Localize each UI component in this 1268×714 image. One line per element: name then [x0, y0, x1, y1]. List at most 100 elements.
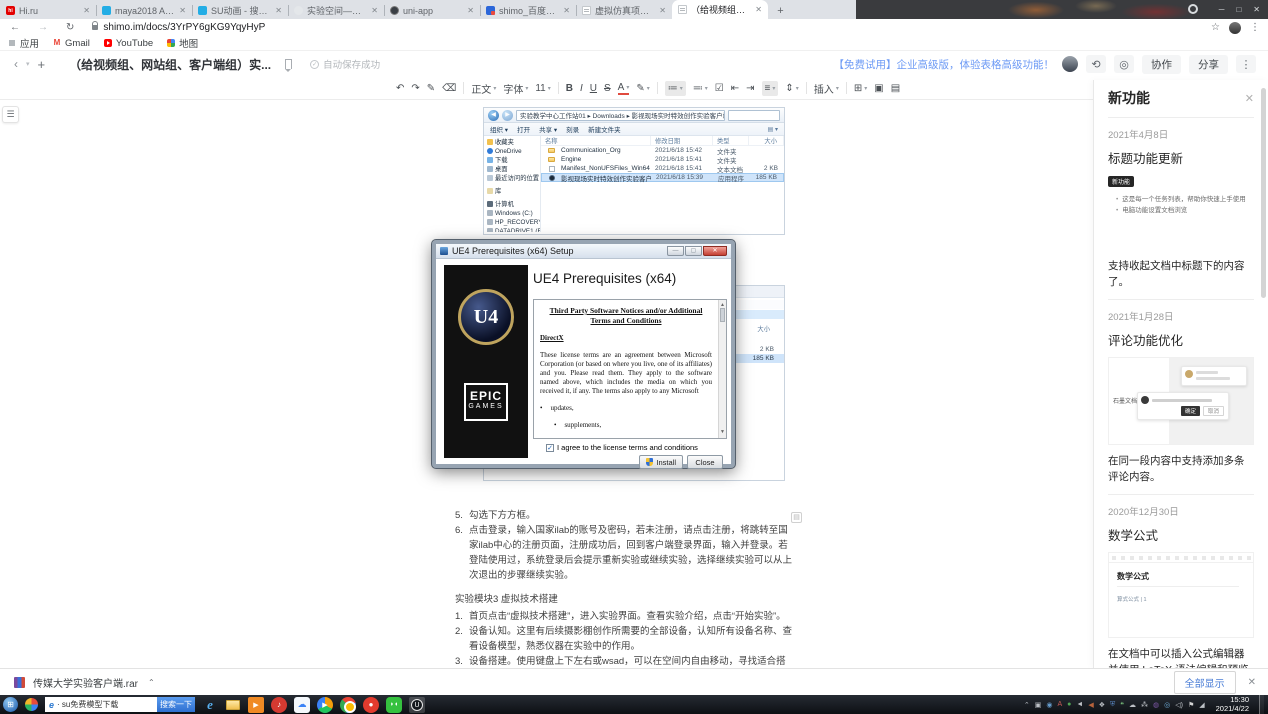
table-icon[interactable]: ⊞▾ [854, 83, 867, 94]
tab-close-icon[interactable]: ✕ [83, 6, 90, 15]
checklist-icon[interactable]: ☑ [715, 83, 724, 94]
taskbar-search[interactable]: e· su免费模型下载 搜索一下 [45, 697, 195, 712]
panel-close-icon[interactable]: ✕ [1245, 92, 1254, 105]
browser-360-icon[interactable] [25, 698, 38, 711]
tray-icon[interactable]: ⛨ [1110, 701, 1115, 709]
media-player-icon[interactable]: ▶ [248, 697, 264, 713]
font-size-select[interactable]: 11▾ [535, 83, 550, 94]
bookmark-gmail[interactable]: MGmail [53, 38, 90, 49]
sidebar-toggle-button[interactable]: ☰ [2, 106, 19, 123]
profile-avatar[interactable] [1229, 22, 1241, 34]
install-button[interactable]: Install [639, 455, 683, 469]
tray-icon[interactable]: A [1057, 701, 1062, 708]
collaborate-button[interactable]: 协作 [1142, 55, 1181, 74]
back-chevron-icon[interactable]: ‹ [14, 57, 18, 71]
tab-close-icon[interactable]: ✕ [563, 6, 570, 15]
chrome-icon[interactable] [340, 697, 356, 713]
outdent-icon[interactable]: ⇤ [731, 83, 739, 94]
paragraph-style-select[interactable]: 正文▾ [471, 81, 496, 96]
line-spacing-icon[interactable]: ⇕▾ [785, 83, 798, 94]
video-app-icon[interactable]: ▶ [317, 697, 333, 713]
comment-icon[interactable]: ▤ [891, 83, 900, 94]
tab-close-icon[interactable]: ✕ [179, 6, 186, 15]
scroll-thumb[interactable] [720, 308, 725, 322]
url-text[interactable]: shimo.im/docs/3YrPY6gKG9YqyHyP [103, 22, 265, 33]
window-close-button[interactable]: ✕ [1253, 5, 1260, 14]
tray-icon[interactable]: ☁ [1129, 701, 1136, 709]
unreal-engine-icon[interactable]: U [409, 697, 425, 713]
tray-icon[interactable]: ◀ [1088, 701, 1093, 709]
tab-uniapp[interactable]: uni-app✕ [384, 2, 480, 19]
embedded-explorer-screenshot[interactable]: ◀ ▶ 实验教学中心工作站01 ▸ Downloads ▸ 影视现场实时特效创作… [483, 107, 785, 235]
tab-maya[interactable]: maya2018 Arnold场景渲染设置✕ [96, 2, 192, 19]
scroll-down-icon[interactable]: ▼ [720, 428, 725, 437]
redo-icon[interactable]: ↷ [411, 83, 419, 94]
internet-explorer-icon[interactable]: e [202, 697, 218, 713]
premium-trial-link[interactable]: 【免费试用】企业高级版，体验表格高级功能！ [834, 57, 1055, 72]
bookmark-youtube[interactable]: YouTube [104, 38, 153, 49]
document-title[interactable]: （给视频组、网站组、客户端组）实... [69, 56, 271, 73]
action-center-flag-icon[interactable]: ⚑ [1188, 701, 1194, 709]
tab-close-icon[interactable]: ✕ [275, 6, 282, 15]
license-agree-row[interactable]: ✓ I agree to the license terms and condi… [546, 443, 698, 452]
bullet-list-icon[interactable]: ≕▾ [693, 83, 708, 94]
insert-menu[interactable]: 插入▾ [814, 81, 839, 96]
refresh-icon[interactable]: ↻ [66, 22, 74, 33]
dialog-maximize-button[interactable]: ▢ [685, 246, 702, 256]
align-icon[interactable]: ≡▾ [762, 81, 779, 96]
numbered-list-icon[interactable]: ≔▾ [665, 81, 686, 96]
underline-icon[interactable]: U [590, 83, 597, 94]
clear-format-icon[interactable]: ⌫ [442, 83, 456, 94]
tab-close-icon[interactable]: ✕ [467, 6, 474, 15]
tab-ilab[interactable]: 实验空间—国家虚拟仿真实验教学✕ [288, 2, 384, 19]
tray-icon[interactable]: ▣ [1035, 701, 1042, 709]
download-caret-icon[interactable]: ⌃ [148, 678, 155, 687]
back-icon[interactable]: ← [10, 22, 20, 33]
tab-close-icon[interactable]: ✕ [371, 6, 378, 15]
undo-icon[interactable]: ↶ [396, 83, 404, 94]
tray-icon[interactable]: ● [1067, 701, 1071, 708]
tray-icon[interactable]: ❖ [1099, 701, 1105, 709]
bookmark-apps[interactable]: 应用 [8, 36, 39, 50]
close-button[interactable]: Close [687, 455, 723, 469]
tray-icon[interactable]: ◍ [1153, 701, 1159, 709]
font-family-select[interactable]: 字体▾ [503, 81, 528, 96]
tray-icon[interactable]: ❝ [1120, 701, 1124, 709]
dropdown-caret-icon[interactable]: ▾ [26, 60, 30, 68]
agree-checkbox[interactable]: ✓ [546, 444, 554, 452]
forward-icon[interactable]: → [38, 22, 48, 33]
more-menu-icon[interactable]: ⋮ [1236, 55, 1256, 73]
search-button[interactable]: 搜索一下 [157, 697, 195, 712]
history-icon[interactable]: ⟲ [1086, 55, 1106, 73]
document-text[interactable]: 5.勾选下方方框。 6.点击登录，输入国家ilab的账号及密码，若未注册，请点击… [455, 508, 793, 668]
new-tab-button[interactable]: + [774, 4, 787, 17]
tab-su[interactable]: SU动画 - 搜索结果 - 哔哩哔哩弹幕✕ [192, 2, 288, 19]
tray-expand-icon[interactable]: ⌃ [1024, 701, 1030, 709]
license-scrollbar[interactable]: ▲ ▼ [718, 300, 726, 438]
image-icon[interactable]: ▣ [874, 83, 883, 94]
baidu-netdisk-icon[interactable]: ☁ [294, 697, 310, 713]
bold-icon[interactable]: B [566, 83, 573, 94]
font-color-icon[interactable]: A▾ [618, 82, 630, 95]
show-desktop-button[interactable] [1259, 695, 1264, 714]
tray-icon[interactable]: ◉ [1046, 701, 1052, 709]
tab-close-icon[interactable]: ✕ [659, 6, 666, 15]
bookmark-star-icon[interactable]: ☆ [1211, 22, 1220, 33]
dialog-minimize-button[interactable]: — [667, 246, 684, 256]
tray-icon[interactable]: ⁂ [1141, 701, 1148, 709]
dialog-close-button[interactable]: ✕ [703, 246, 727, 256]
volume-icon[interactable]: ◁) [1175, 701, 1183, 709]
tab-close-icon[interactable]: ✕ [755, 5, 762, 14]
network-icon[interactable]: ◢ [1199, 701, 1204, 709]
show-all-downloads-button[interactable]: 全部显示 [1174, 671, 1236, 694]
comment-marker-icon[interactable]: ▤ [791, 512, 802, 523]
presentation-icon[interactable]: ◎ [1114, 55, 1134, 73]
tab-baidu-search[interactable]: shimo_百度搜索✕ [480, 2, 576, 19]
license-text-box[interactable]: Third Party Software Notices and/or Addi… [533, 299, 727, 439]
netease-music-icon[interactable]: ♪ [271, 697, 287, 713]
window-minimize-button[interactable]: ─ [1219, 5, 1225, 14]
format-painter-icon[interactable]: ✎ [427, 83, 435, 94]
record-icon[interactable] [1188, 4, 1198, 14]
panel-scrollbar[interactable] [1261, 88, 1266, 298]
ue4-setup-dialog[interactable]: UE4 Prerequisites (x64) Setup — ▢ ✕ U4 E… [432, 240, 735, 468]
